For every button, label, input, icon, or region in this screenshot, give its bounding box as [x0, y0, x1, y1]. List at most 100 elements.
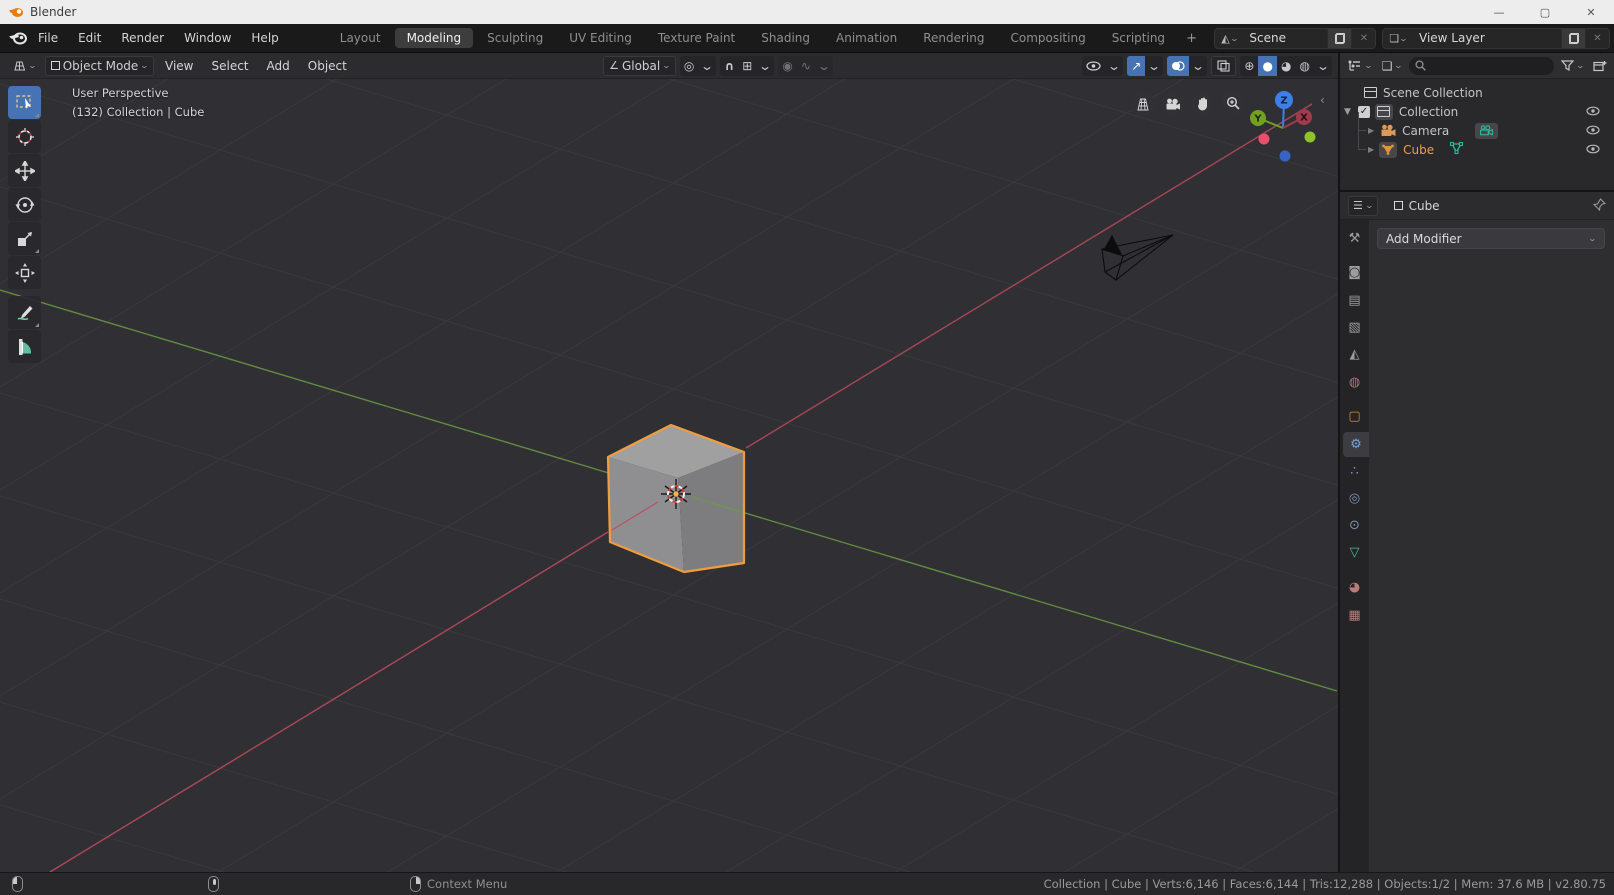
zoom-view-button[interactable]	[1221, 91, 1245, 115]
collection-checkbox[interactable]: ✓	[1358, 106, 1370, 118]
outliner-row-camera[interactable]: ▶ Camera	[1340, 121, 1614, 140]
tab-particles[interactable]: ∴	[1342, 459, 1367, 484]
visibility-dropdown[interactable]: ⌄	[1102, 56, 1124, 76]
mesh-object-icon-button[interactable]	[1379, 142, 1397, 158]
scene-copy-button[interactable]	[1327, 29, 1351, 48]
menu-edit[interactable]: Edit	[68, 24, 111, 53]
gizmo-y-label[interactable]: Y	[1253, 114, 1262, 125]
tab-material[interactable]: ◕	[1342, 575, 1367, 600]
menu-render[interactable]: Render	[111, 24, 174, 53]
tool-select-box[interactable]	[8, 86, 41, 119]
gizmo-z-label[interactable]: Z	[1280, 96, 1287, 107]
mode-dropdown[interactable]: Object Mode⌄	[45, 56, 154, 76]
falloff-dropdown[interactable]: ⌄	[811, 56, 833, 76]
tab-layout[interactable]: Layout	[328, 28, 393, 48]
menu-help[interactable]: Help	[241, 24, 288, 53]
scene-icon[interactable]: ◭⌄	[1215, 32, 1241, 45]
view-layer-remove-button[interactable]: ✕	[1585, 29, 1609, 48]
tool-transform[interactable]	[8, 256, 41, 289]
tab-constraints[interactable]: ⊙	[1342, 513, 1367, 538]
scene-name[interactable]: Scene	[1241, 31, 1327, 45]
transform-orientation-dropdown[interactable]: ∠ Global⌄	[603, 56, 676, 76]
menu-view[interactable]: View	[158, 53, 200, 79]
tab-sculpting[interactable]: Sculpting	[475, 28, 555, 48]
view-layer-copy-button[interactable]	[1561, 29, 1585, 48]
scene-unlink-button[interactable]: ✕	[1351, 29, 1375, 48]
outliner-row-scene-collection[interactable]: Scene Collection	[1340, 83, 1614, 102]
perspective-grid-button[interactable]	[1131, 92, 1155, 116]
menu-select[interactable]: Select	[204, 53, 255, 79]
tab-tool[interactable]: ⚒	[1342, 226, 1367, 251]
shading-material-icon[interactable]: ◕	[1277, 56, 1295, 76]
tab-texture[interactable]: ▦	[1342, 603, 1367, 628]
menu-add[interactable]: Add	[260, 53, 297, 79]
tab-view-layer[interactable]: ▧	[1342, 315, 1367, 340]
outliner-filter-button[interactable]: ⌄	[1558, 56, 1587, 76]
camera-view-button[interactable]	[1161, 92, 1185, 116]
tab-uv-editing[interactable]: UV Editing	[557, 28, 644, 48]
hide-eye-icon[interactable]	[1586, 124, 1600, 138]
viewport-3d[interactable]: Z Y X ⌄ Object Mode⌄ View Select A	[0, 53, 1338, 872]
shading-solid-icon[interactable]: ●	[1258, 56, 1276, 76]
tab-rendering[interactable]: Rendering	[911, 28, 996, 48]
outliner-search-input[interactable]	[1409, 57, 1554, 75]
xray-toggle[interactable]	[1211, 56, 1236, 76]
outliner-display-mode-button[interactable]: ❏⌄	[1379, 56, 1405, 76]
blender-menu-logo-icon[interactable]	[8, 30, 28, 46]
tab-modeling[interactable]: Modeling	[395, 28, 474, 48]
tab-compositing[interactable]: Compositing	[998, 28, 1097, 48]
tool-measure[interactable]	[8, 330, 41, 363]
gizmo-x-neg[interactable]	[1259, 134, 1270, 145]
tab-object-data[interactable]: ▽	[1342, 540, 1367, 565]
row-label[interactable]: Cube	[1403, 143, 1434, 157]
expander-icon[interactable]: ▶	[1368, 126, 1374, 135]
tab-modifiers[interactable]: ⚙	[1343, 432, 1369, 457]
camera-data-badge[interactable]	[1475, 123, 1498, 139]
tab-scripting[interactable]: Scripting	[1100, 28, 1177, 48]
gizmo-x-label[interactable]: X	[1300, 113, 1308, 124]
overlays-dropdown[interactable]: ⌄	[1186, 56, 1208, 76]
tool-annotate[interactable]	[8, 296, 41, 329]
view-layer-icon[interactable]: ❏⌄	[1383, 32, 1411, 45]
menu-window[interactable]: Window	[174, 24, 241, 53]
outliner-row-collection[interactable]: ▼ ✓ Collection	[1340, 102, 1614, 121]
row-label[interactable]: Camera	[1402, 124, 1449, 138]
tool-cursor[interactable]	[8, 120, 41, 153]
shading-wireframe-icon[interactable]: ⊕	[1240, 56, 1258, 76]
editor-type-button[interactable]: ⌄	[6, 56, 41, 76]
tab-object[interactable]: ▢	[1342, 404, 1367, 429]
tab-output[interactable]: ▤	[1342, 288, 1367, 313]
camera-object[interactable]	[1102, 235, 1173, 280]
cube-object[interactable]	[608, 425, 1337, 691]
outliner-editor-type-button[interactable]: ⌄	[1345, 56, 1375, 76]
maximize-button[interactable]: ▢	[1522, 0, 1568, 24]
snap-toggle-magnet-icon[interactable]: ∩	[720, 56, 738, 76]
view-layer-name[interactable]: View Layer	[1411, 31, 1561, 45]
navigation-gizmo[interactable]: Z Y X	[1250, 91, 1316, 162]
expander-icon[interactable]: ▶	[1368, 145, 1374, 154]
row-label[interactable]: Collection	[1399, 105, 1458, 119]
menu-file[interactable]: File	[28, 24, 68, 53]
gizmo-dropdown[interactable]: ⌄	[1142, 56, 1164, 76]
menu-object[interactable]: Object	[301, 53, 354, 79]
collection-icon-button[interactable]	[1375, 104, 1393, 120]
pin-icon[interactable]	[1593, 196, 1606, 215]
add-modifier-dropdown[interactable]: Add Modifier ⌄	[1377, 228, 1605, 249]
tool-rotate[interactable]	[8, 188, 41, 221]
new-collection-button[interactable]	[1591, 56, 1609, 76]
outliner-row-cube[interactable]: ▶ Cube	[1340, 140, 1614, 159]
properties-editor-type-button[interactable]: ☰⌄	[1348, 196, 1378, 216]
pivot-point-dropdown[interactable]: ◎⌄	[680, 56, 717, 76]
tab-animation[interactable]: Animation	[824, 28, 909, 48]
mesh-data-icon[interactable]	[1450, 142, 1463, 157]
tab-shading[interactable]: Shading	[749, 28, 822, 48]
shading-dropdown[interactable]: ⌄	[1310, 56, 1332, 76]
pan-view-button[interactable]	[1191, 92, 1215, 116]
tab-texture-paint[interactable]: Texture Paint	[646, 28, 747, 48]
tab-physics[interactable]: ◎	[1342, 486, 1367, 511]
close-button[interactable]: ✕	[1568, 0, 1614, 24]
tab-world[interactable]: ◍	[1342, 370, 1367, 395]
sidebar-toggle-arrow[interactable]: ‹	[1320, 93, 1325, 107]
tab-scene[interactable]: ◭	[1342, 342, 1367, 367]
snap-dropdown[interactable]: ⌄	[753, 56, 775, 76]
